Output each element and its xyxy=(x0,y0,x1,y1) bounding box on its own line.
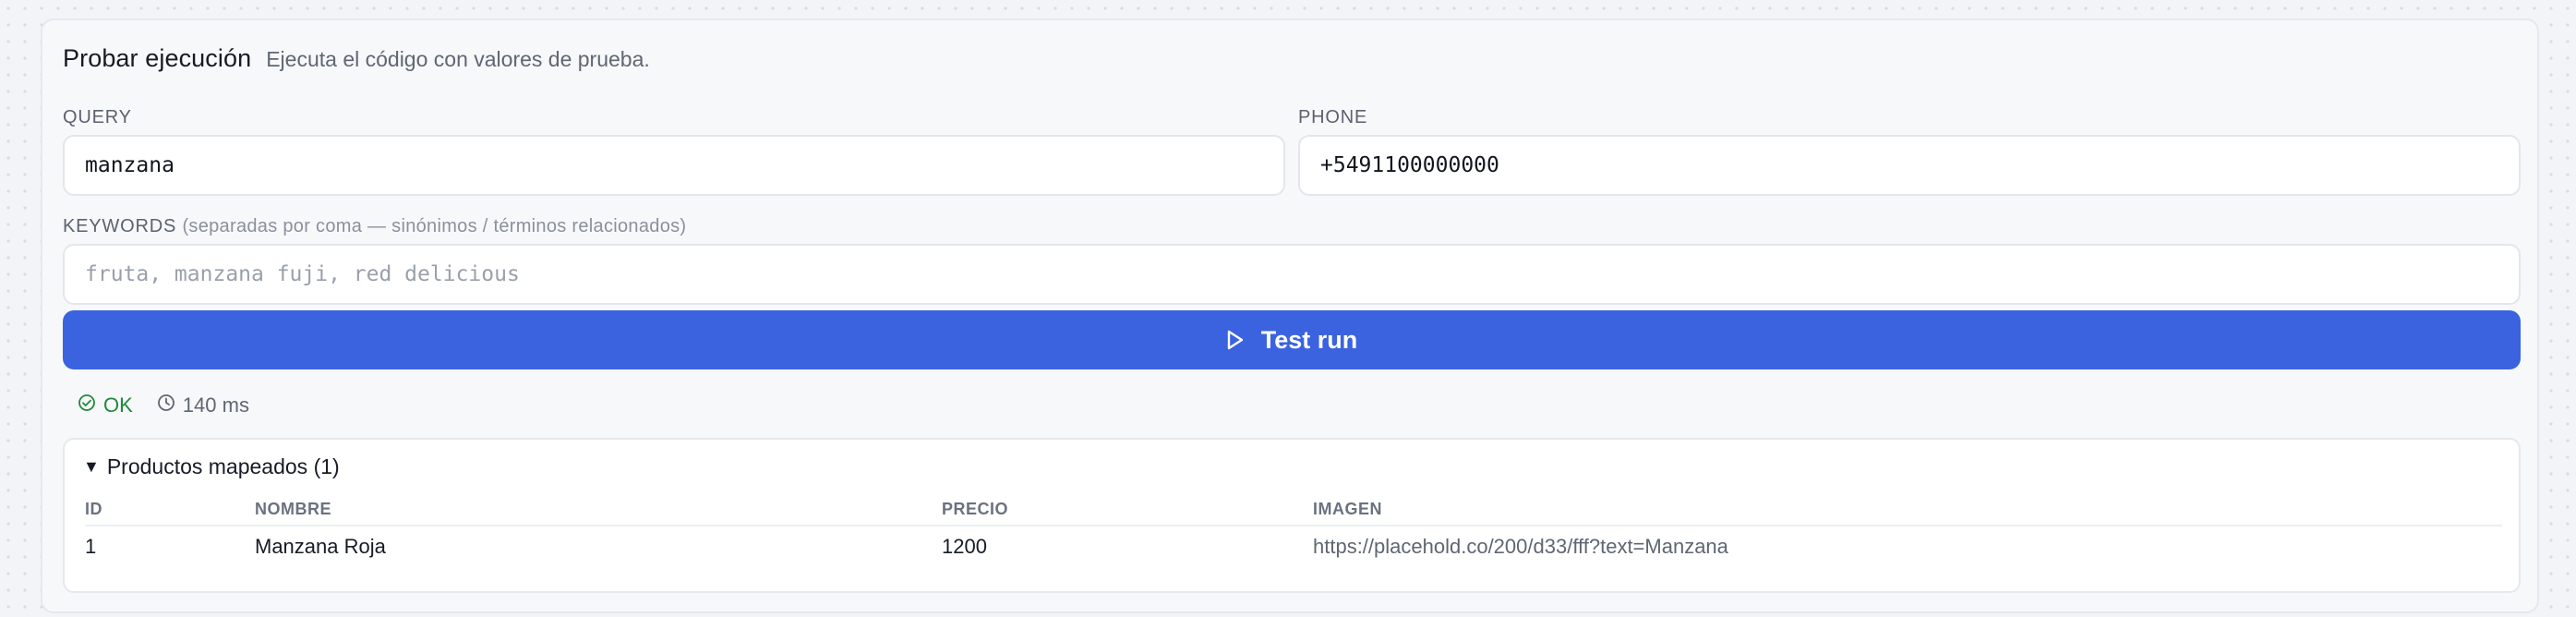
test-run-label: Test run xyxy=(1260,325,1358,354)
cell-precio: 1200 xyxy=(942,535,987,558)
mapped-products-summary: Productos mapeados (1) xyxy=(106,454,340,478)
column-header-precio: PRECIO xyxy=(942,500,1009,518)
mapped-products: ▼ Productos mapeados (1) ID NOMBRE PRECI… xyxy=(63,438,2521,593)
keywords-input[interactable]: fruta, manzana fuji, red delicious xyxy=(63,244,2521,305)
test-run-button[interactable]: Test run xyxy=(63,310,2521,369)
test-run-panel: Probar ejecución Ejecuta el código con v… xyxy=(41,18,2539,613)
cell-nombre: Manzana Roja xyxy=(255,535,386,558)
status-ok: OK xyxy=(78,393,133,417)
query-input[interactable]: manzana xyxy=(63,135,1285,196)
keywords-hint: (separadas por coma — sinónimos / términ… xyxy=(182,216,687,236)
run-status: OK 140 ms xyxy=(78,393,249,417)
status-text: OK xyxy=(103,393,133,417)
cell-id: 1 xyxy=(85,535,97,558)
column-header-nombre: NOMBRE xyxy=(255,500,331,518)
check-circle-icon xyxy=(78,393,96,417)
query-label: QUERY xyxy=(63,107,132,127)
panel-subtitle: Ejecuta el código con valores de prueba. xyxy=(266,47,650,71)
keywords-label-text: KEYWORDS xyxy=(63,216,177,236)
phone-label: PHONE xyxy=(1298,107,1368,127)
triangle-down-icon: ▼ xyxy=(83,457,100,476)
cell-imagen-url[interactable]: https://placehold.co/200/d33/fff?text=Ma… xyxy=(1313,528,1728,565)
panel-title: Probar ejecución xyxy=(63,44,252,72)
phone-input[interactable]: +5491100000000 xyxy=(1298,135,2521,196)
column-header-id: ID xyxy=(85,500,102,518)
column-header-imagen: IMAGEN xyxy=(1313,500,1382,518)
panel-header: Probar ejecución Ejecuta el código con v… xyxy=(63,44,650,73)
table-header: ID NOMBRE PRECIO IMAGEN xyxy=(85,493,2502,526)
duration-text: 140 ms xyxy=(182,393,249,417)
mapped-products-toggle[interactable]: ▼ Productos mapeados (1) xyxy=(83,454,340,479)
keywords-label: KEYWORDS (separadas por coma — sinónimos… xyxy=(63,216,686,237)
play-icon xyxy=(1226,329,1245,351)
status-duration: 140 ms xyxy=(157,393,249,417)
clock-icon xyxy=(157,393,175,417)
table-row: 1 Manzana Roja 1200 https://placehold.co… xyxy=(85,528,2502,565)
